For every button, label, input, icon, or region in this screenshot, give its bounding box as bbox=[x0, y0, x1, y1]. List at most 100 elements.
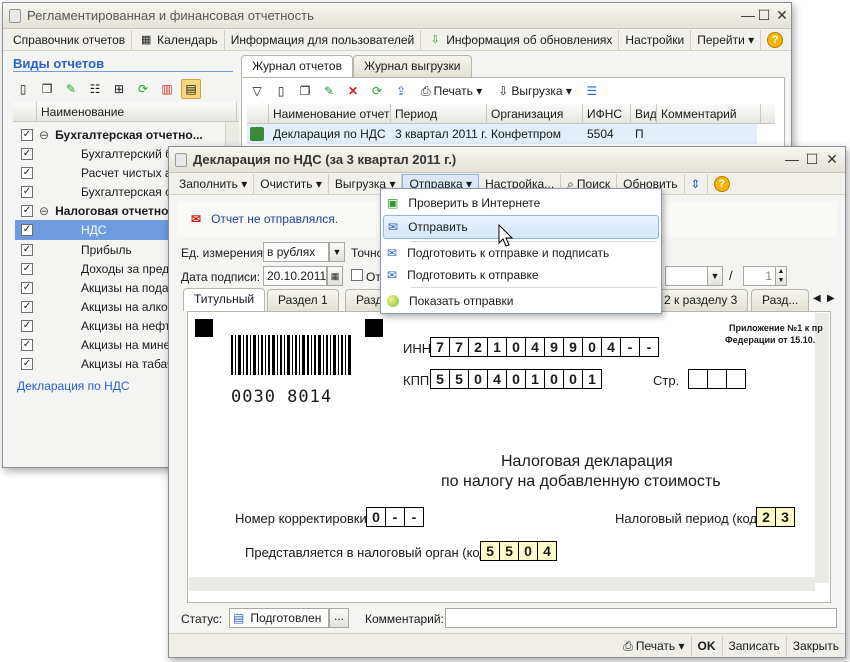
ok-button[interactable]: OK bbox=[692, 635, 723, 656]
inn-digit[interactable]: 4 bbox=[601, 337, 621, 357]
authority-digit[interactable]: 5 bbox=[499, 541, 519, 561]
page-digit[interactable] bbox=[726, 369, 746, 389]
authority-digit[interactable]: 0 bbox=[518, 541, 538, 561]
menu-reports-reference[interactable]: Справочник отчетов bbox=[7, 29, 133, 50]
inn-digit[interactable]: 7 bbox=[430, 337, 450, 357]
units-select[interactable]: в рублях bbox=[263, 242, 329, 262]
refresh-icon[interactable]: ⟳ bbox=[133, 79, 153, 99]
new-report-icon[interactable]: ▯ bbox=[271, 81, 291, 101]
form-hscroll[interactable] bbox=[189, 577, 815, 591]
period-digit[interactable]: 3 bbox=[775, 507, 795, 527]
journal-export-button[interactable]: ⇩ Выгрузка ▾ bbox=[492, 81, 578, 101]
close-icon[interactable]: ✕ bbox=[773, 7, 791, 24]
kpp-digit[interactable]: 5 bbox=[430, 369, 450, 389]
chart-icon[interactable]: ▥ bbox=[157, 79, 177, 99]
menu-item-send[interactable]: ✉ Отправить bbox=[383, 215, 659, 239]
clear-button[interactable]: Очистить ▾ bbox=[254, 173, 329, 194]
menu-goto[interactable]: Перейти ▾ bbox=[691, 29, 762, 50]
kpp-digit[interactable]: 1 bbox=[525, 369, 545, 389]
kpp-digit[interactable]: 1 bbox=[582, 369, 602, 389]
page-spinner[interactable]: ▲ ▼ bbox=[775, 266, 787, 286]
journal-col-kind[interactable]: Вид bbox=[631, 104, 657, 123]
tabs-scroll-right[interactable]: ▶ bbox=[827, 293, 835, 304]
close-button[interactable]: Закрыть bbox=[787, 636, 845, 656]
checkbox[interactable]: ✓ bbox=[21, 263, 33, 275]
comment-field[interactable] bbox=[445, 608, 837, 628]
maximize-icon[interactable]: ☐ bbox=[803, 151, 821, 168]
correction-digit[interactable]: - bbox=[404, 507, 424, 527]
help-button[interactable]: ? bbox=[708, 174, 736, 194]
menu-item-check-online[interactable]: ▣ Проверить в Интернете bbox=[383, 191, 659, 215]
edit-report-icon[interactable]: ✎ bbox=[319, 81, 339, 101]
checkbox[interactable]: ✓ bbox=[21, 129, 33, 141]
correction-digit[interactable]: - bbox=[385, 507, 405, 527]
folder-icon[interactable]: ▤ bbox=[181, 79, 201, 99]
checkbox[interactable] bbox=[351, 269, 363, 281]
page-dropdown-button[interactable]: ▼ bbox=[707, 266, 723, 286]
menu-calendar[interactable]: ▦ Календарь bbox=[132, 29, 225, 50]
tab-appendix-2[interactable]: 2 к разделу 3 bbox=[653, 289, 749, 311]
save-button[interactable]: Записать bbox=[723, 635, 787, 656]
inn-digit[interactable]: 2 bbox=[468, 337, 488, 357]
inn-digit[interactable]: 9 bbox=[544, 337, 564, 357]
tab-section-more[interactable]: Разд... bbox=[751, 289, 810, 311]
left-grid-header-name[interactable]: Наименование bbox=[37, 102, 237, 121]
checkbox[interactable]: ✓ bbox=[21, 167, 33, 179]
menu-settings[interactable]: Настройки bbox=[619, 29, 692, 50]
help-button[interactable]: ? bbox=[761, 30, 789, 50]
calendar-button[interactable]: ▦ bbox=[327, 266, 343, 286]
page-digit[interactable] bbox=[707, 369, 727, 389]
tab-journal-reports[interactable]: Журнал отчетов bbox=[241, 55, 353, 78]
menu-item-prepare[interactable]: ✉ Подготовить к отправке bbox=[383, 263, 659, 287]
status-field[interactable]: ▤ Подготовлен bbox=[229, 608, 329, 628]
checkbox[interactable]: ✓ bbox=[21, 301, 33, 313]
status-select-button[interactable]: ... bbox=[329, 608, 349, 628]
checkbox[interactable]: ✓ bbox=[21, 224, 33, 236]
tabs-scroll-left[interactable]: ◀ bbox=[813, 293, 821, 304]
checkbox[interactable]: ✓ bbox=[21, 358, 33, 370]
correction-digit[interactable]: 0 bbox=[366, 507, 386, 527]
kpp-digit[interactable]: 0 bbox=[506, 369, 526, 389]
refresh-journal-icon[interactable]: ⟳ bbox=[367, 81, 387, 101]
journal-col-name[interactable]: Наименование отчета bbox=[269, 104, 391, 123]
tab-section-1[interactable]: Раздел 1 bbox=[267, 289, 339, 311]
close-icon[interactable]: ✕ bbox=[823, 151, 841, 168]
inn-digit[interactable]: - bbox=[620, 337, 640, 357]
journal-col-comment[interactable]: Комментарий bbox=[657, 104, 761, 123]
menu-item-show-sends[interactable]: Показать отправки bbox=[383, 289, 659, 313]
checkbox[interactable]: ✓ bbox=[21, 205, 33, 217]
journal-col-org[interactable]: Организация bbox=[487, 104, 583, 123]
tree-row[interactable]: ✓ ⊖ Бухгалтерская отчетно... bbox=[15, 125, 239, 145]
page-number-field[interactable]: 1 bbox=[743, 266, 777, 286]
menu-item-prepare-and-sign[interactable]: ✉ Подготовить к отправке и подписать bbox=[383, 241, 659, 265]
journal-col-ifns[interactable]: ИФНС bbox=[583, 104, 631, 123]
checkbox[interactable]: ✓ bbox=[21, 282, 33, 294]
menu-updates-info[interactable]: ⇩ Информация об обновлениях bbox=[421, 29, 620, 50]
date-field[interactable]: 20.10.2011 bbox=[263, 266, 327, 286]
kpp-digit[interactable]: 0 bbox=[563, 369, 583, 389]
new-icon[interactable]: ▯ bbox=[13, 79, 33, 99]
checkbox[interactable]: ✓ bbox=[21, 320, 33, 332]
tab-journal-export[interactable]: Журнал выгрузки bbox=[353, 55, 472, 77]
copy-report-icon[interactable]: ❐ bbox=[295, 81, 315, 101]
period-digit[interactable]: 2 bbox=[756, 507, 776, 527]
tree-icon[interactable]: ☷ bbox=[85, 79, 105, 99]
print-button[interactable]: ⎙ Печать ▾ bbox=[617, 635, 692, 656]
inn-digit[interactable]: 0 bbox=[506, 337, 526, 357]
kpp-digit[interactable]: 0 bbox=[468, 369, 488, 389]
checkbox[interactable]: ✓ bbox=[21, 148, 33, 160]
copy-icon[interactable]: ❐ bbox=[37, 79, 57, 99]
fill-button[interactable]: Заполнить ▾ bbox=[173, 173, 255, 194]
kpp-digit[interactable]: 0 bbox=[544, 369, 564, 389]
collapse-icon[interactable]: ⊖ bbox=[39, 204, 49, 218]
settings-list-icon[interactable]: ☰ bbox=[582, 81, 602, 101]
journal-print-button[interactable]: ⎙ Печать ▾ bbox=[415, 81, 488, 101]
checkbox[interactable]: ✓ bbox=[21, 339, 33, 351]
journal-row[interactable]: Декларация по НДС 3 квартал 2011 г. Конф… bbox=[247, 124, 757, 144]
inn-digit[interactable]: 1 bbox=[487, 337, 507, 357]
checkbox[interactable]: ✓ bbox=[21, 186, 33, 198]
page-digit[interactable] bbox=[688, 369, 708, 389]
units-dropdown-button[interactable]: ▼ bbox=[329, 242, 345, 262]
journal-col-period[interactable]: Период bbox=[391, 104, 487, 123]
tab-title-page[interactable]: Титульный bbox=[183, 288, 266, 311]
